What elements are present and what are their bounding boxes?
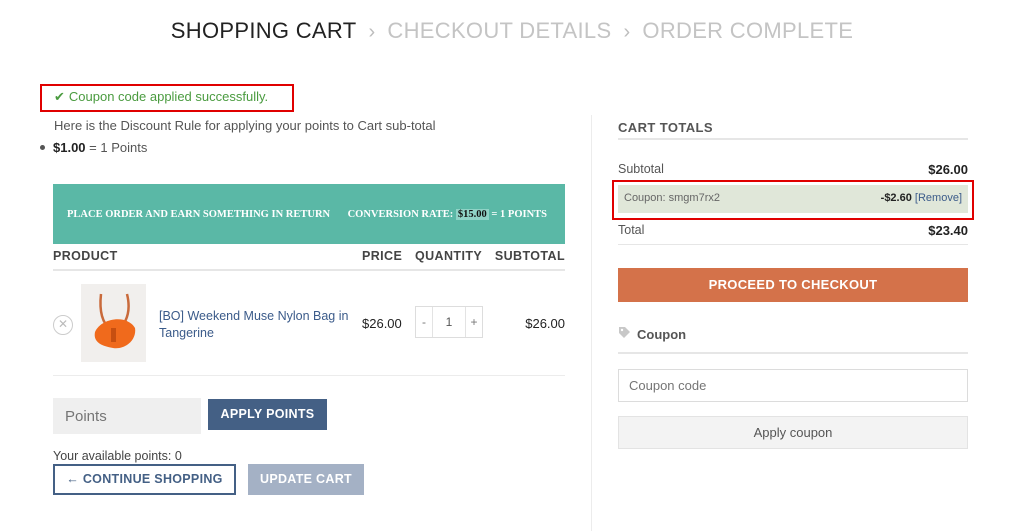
- coupon-applied-label: Coupon: smgm7rx2: [624, 192, 720, 204]
- quantity-stepper: - 1 +: [415, 306, 483, 338]
- subtotal-value: $26.00: [928, 162, 968, 177]
- banner-earn-text: PLACE ORDER AND EARN SOMETHING IN RETURN: [67, 208, 331, 220]
- discount-rule-text: Here is the Discount Rule for applying y…: [54, 118, 436, 133]
- applied-coupon-highlight: Coupon: smgm7rx2 -$2.60 [Remove]: [612, 180, 974, 220]
- update-cart-button[interactable]: UPDATE CART: [248, 464, 364, 495]
- available-points-text: Your available points: 0: [53, 449, 182, 463]
- banner-rate-label: CONVERSION RATE:: [347, 208, 454, 220]
- points-rule-equals: = 1 Points: [89, 140, 148, 155]
- product-name-link[interactable]: [BO] Weekend Muse Nylon Bag in Tangerine: [159, 308, 354, 342]
- quantity-input[interactable]: 1: [433, 315, 465, 329]
- points-rule-amount: $1.00: [53, 140, 86, 155]
- step-checkout-details[interactable]: CHECKOUT DETAILS: [387, 18, 611, 43]
- total-label: Total: [618, 223, 645, 237]
- tag-icon: [618, 326, 631, 342]
- close-icon[interactable]: ✕: [53, 315, 73, 335]
- points-input[interactable]: [53, 398, 201, 434]
- totals-total-row: Total $23.40: [618, 223, 968, 238]
- product-price: $26.00: [362, 316, 402, 331]
- checkout-steps: SHOPPING CART › CHECKOUT DETAILS › ORDER COM…: [0, 18, 1024, 44]
- product-subtotal: $26.00: [525, 316, 565, 331]
- coupon-divider: [618, 352, 968, 354]
- totals-subtotal-row: Subtotal $26.00: [618, 162, 968, 177]
- apply-coupon-button[interactable]: Apply coupon: [618, 416, 968, 449]
- totals-divider: [618, 138, 968, 140]
- coupon-heading-text: Coupon: [637, 327, 687, 342]
- notice-text: Coupon code applied successfully.: [68, 89, 269, 104]
- chevron-right-icon: ›: [623, 21, 631, 43]
- quantity-increase-button[interactable]: +: [465, 307, 482, 337]
- header-product: PRODUCT: [53, 249, 118, 263]
- check-icon: ✔: [54, 89, 65, 104]
- coupon-code-input[interactable]: [618, 369, 968, 402]
- step-order-complete[interactable]: ORDER COMPLETE: [642, 18, 853, 43]
- continue-shopping-button[interactable]: ← CONTINUE SHOPPING: [53, 464, 236, 495]
- proceed-to-checkout-button[interactable]: PROCEED TO CHECKOUT: [618, 268, 968, 302]
- header-subtotal: SUBTOTAL: [494, 249, 565, 263]
- table-row: ✕ [BO] Weekend Muse Nylon Bag in Tangeri…: [53, 272, 565, 376]
- coupon-success-notice: ✔ Coupon code applied successfully.: [40, 84, 294, 112]
- header-quantity: QUANTITY: [415, 249, 483, 263]
- coupon-heading: Coupon: [618, 326, 686, 342]
- quantity-decrease-button[interactable]: -: [416, 307, 433, 337]
- applied-coupon-row: Coupon: smgm7rx2 -$2.60 [Remove]: [618, 185, 968, 213]
- cart-table-header: PRODUCT PRICE QUANTITY SUBTOTAL: [53, 249, 565, 271]
- total-value: $23.40: [928, 223, 968, 238]
- remove-coupon-link[interactable]: [Remove]: [915, 192, 962, 204]
- bullet-icon: [40, 145, 45, 151]
- coupon-discount: -$2.60 [Remove]: [881, 192, 962, 204]
- product-thumbnail[interactable]: [81, 284, 146, 362]
- earn-points-banner: PLACE ORDER AND EARN SOMETHING IN RETURN…: [53, 184, 565, 244]
- header-price: PRICE: [362, 249, 403, 263]
- banner-conversion-rate: CONVERSION RATE: $15.00 = 1 POINTS: [347, 208, 547, 220]
- coupon-discount-amount: -$2.60: [880, 192, 912, 204]
- cart-totals-title: CART TOTALS: [618, 120, 713, 135]
- totals-bottom-divider: [618, 244, 968, 245]
- step-shopping-cart[interactable]: SHOPPING CART: [171, 18, 357, 43]
- banner-rate-equals: = 1 POINTS: [491, 208, 547, 220]
- column-divider: [591, 115, 592, 531]
- chevron-right-icon: ›: [368, 21, 376, 43]
- points-rule: $1.00 = 1 Points: [40, 140, 147, 155]
- banner-rate-amount: $15.00: [455, 208, 489, 220]
- subtotal-label: Subtotal: [618, 162, 664, 176]
- apply-points-button[interactable]: APPLY POINTS: [208, 399, 327, 430]
